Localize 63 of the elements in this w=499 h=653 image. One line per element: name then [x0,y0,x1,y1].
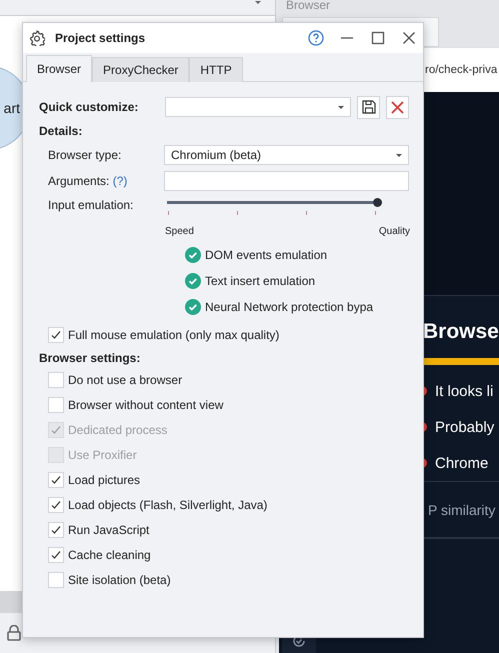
maximize-icon [370,31,384,45]
field-label: Quick customize: [39,100,140,114]
caret-icon[interactable] [255,1,261,4]
checkbox[interactable] [48,522,64,538]
checkbox[interactable] [48,546,64,562]
checkbox-label: Full mouse emulation (only max quality) [68,328,280,342]
bullet-text: Probably [435,418,494,436]
slider-max-label: Quality [378,226,410,239]
checkbox-label: Load pictures [68,472,140,486]
similarity-text: P similarity [428,502,496,518]
checkbox-label: Site isolation (beta) [68,572,171,586]
caret-icon [396,154,402,156]
check-icon [50,424,62,436]
save-icon [362,100,376,114]
checkbox-label: Do not use a browser [68,372,182,386]
check-icon [50,548,62,560]
dialog-title: Project settings [55,31,146,45]
field-label: Arguments: [48,174,110,188]
checkbox-label: Use Proxifier [68,448,137,462]
settings-icon [29,30,45,46]
checkbox-label: Browser without content view [68,398,224,412]
check-icon [50,498,62,510]
checkbox[interactable] [48,496,64,512]
node-label: art [4,100,20,116]
tab[interactable]: Browser [26,55,92,82]
check-icon [50,474,62,486]
checkbox[interactable] [48,326,64,342]
checkbox-label: Cache cleaning [68,548,151,562]
checkbox-label: Run JavaScript [68,522,150,536]
close-icon [402,31,416,45]
check-icon [50,328,62,340]
slider-track[interactable] [167,201,373,204]
checkbox-label: Load objects (Flash, Silverlight, Java) [68,498,268,512]
checkbox[interactable] [48,396,64,412]
delete-button[interactable] [386,96,409,118]
field-label: Browser type: [48,148,122,162]
browser-type-dropdown[interactable]: Chromium (beta) [164,145,409,165]
page-heading: Browse [423,320,499,344]
save-button[interactable] [357,96,380,118]
checkbox[interactable] [48,472,64,488]
help-link[interactable]: (?) [112,174,128,188]
section-heading: Browser settings: [39,350,142,367]
tab[interactable]: ProxyChecker [92,57,190,82]
section-heading: Details: [39,124,84,140]
caret-icon [338,106,344,108]
lock-icon[interactable] [7,625,21,641]
field-label: Input emulation: [48,198,134,212]
slider-thumb[interactable] [373,198,382,207]
bullet-text: It looks li [435,382,494,400]
feature-label: DOM events emulation [205,248,328,262]
check-icon [50,524,62,536]
feature-label: Neural Network protection bypa [205,300,374,314]
bullet-text: Chrome [435,454,488,472]
checkbox-label: Dedicated process [68,422,168,436]
checkbox[interactable] [48,372,64,388]
checkbox[interactable] [48,572,64,588]
arguments-field[interactable] [164,171,409,191]
slider-min-label: Speed [165,226,194,239]
help-icon [308,30,324,46]
panel-title: Browser [285,0,332,14]
feature-label: Text insert emulation [205,274,316,288]
close-icon [391,100,404,114]
tab[interactable]: HTTP [189,57,243,82]
